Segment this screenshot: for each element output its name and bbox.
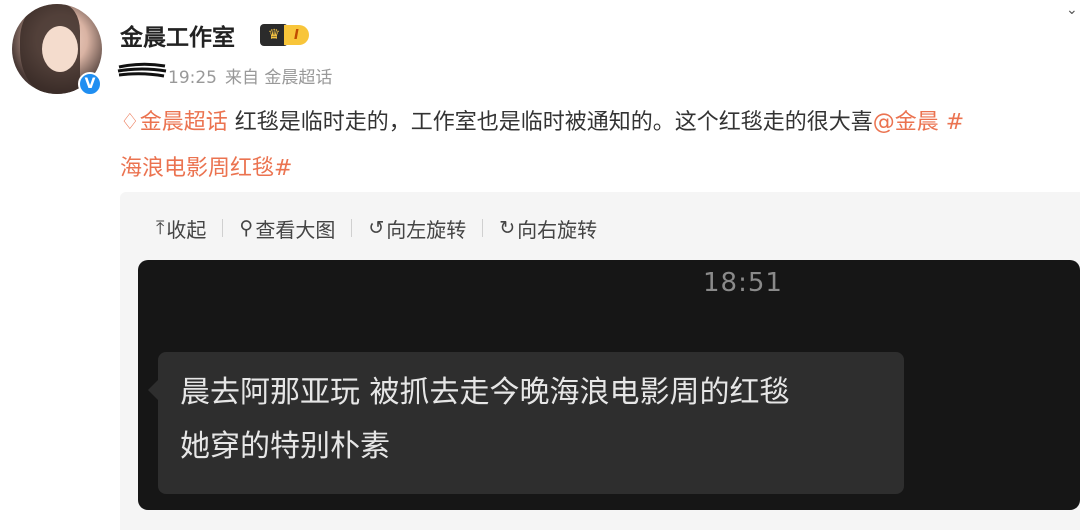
post-text: ♢金晨超话 红毯是临时走的，工作室也是临时被通知的。这个红毯走的很大喜@金晨 #… [120,100,1080,192]
rotate-right-label: 向右旋转 [517,217,598,242]
collapse-up-icon: ⤒ [156,217,165,239]
avatar-face [42,26,78,72]
vip-level: I [284,25,309,45]
post-meta: 19:25 来自 金晨超话 [168,63,340,88]
image-toolbar: ⤒ 收起 ⚲ 查看大图 ↺ 向左旋转 ↻ 向右旋转 [156,210,597,246]
rotate-left-button[interactable]: ↺ 向左旋转 [368,214,466,243]
rotate-left-label: 向左旋转 [386,217,467,242]
topic-link[interactable]: ♢金晨超话 [120,110,228,135]
magnifier-icon: ⚲ [239,217,254,239]
rotate-right-button[interactable]: ↻ 向右旋转 [499,214,597,243]
screenshot-time: 18:51 [703,268,783,298]
post-source[interactable]: 来自 金晨超话 [225,68,332,88]
collapse-label: 收起 [166,217,207,242]
redaction-scribble [117,62,167,78]
topic-diamond-icon: ♢ [120,110,140,135]
hashtag-link[interactable]: 海浪电影周红毯# [120,156,292,181]
collapse-button[interactable]: ⤒ 收起 [156,214,206,243]
view-large-button[interactable]: ⚲ 查看大图 [239,214,335,243]
vip-badge[interactable]: ♛ I [260,23,309,47]
mention-link[interactable]: @金晨 [873,110,939,135]
rotate-right-icon: ↻ [499,217,516,239]
view-large-label: 查看大图 [255,217,336,242]
username[interactable]: 金晨工作室 [120,18,235,52]
toolbar-divider [351,219,353,237]
chat-bubble: 晨去阿那亚玩 被抓去走今晚海浪电影周的红毯 她穿的特别朴素 [148,352,904,494]
post-image[interactable]: 18:51 晨去阿那亚玩 被抓去走今晚海浪电影周的红毯 她穿的特别朴素 [138,260,1080,510]
toolbar-divider [482,219,484,237]
toolbar-divider [222,219,224,237]
rotate-left-icon: ↺ [368,217,385,239]
hashtag-start[interactable]: # [939,110,964,135]
verified-badge-icon: V [78,72,102,96]
post-time[interactable]: 19:25 [168,68,217,88]
expand-chevron-icon[interactable]: ⌄ [1066,2,1080,18]
post-body: 红毯是临时走的，工作室也是临时被通知的。这个红毯走的很大喜 [227,110,873,135]
chat-message: 晨去阿那亚玩 被抓去走今晚海浪电影周的红毯 她穿的特别朴素 [180,375,790,464]
image-viewer-card: ⤒ 收起 ⚲ 查看大图 ↺ 向左旋转 ↻ 向右旋转 18:51 晨去阿那亚玩 被… [120,192,1080,530]
